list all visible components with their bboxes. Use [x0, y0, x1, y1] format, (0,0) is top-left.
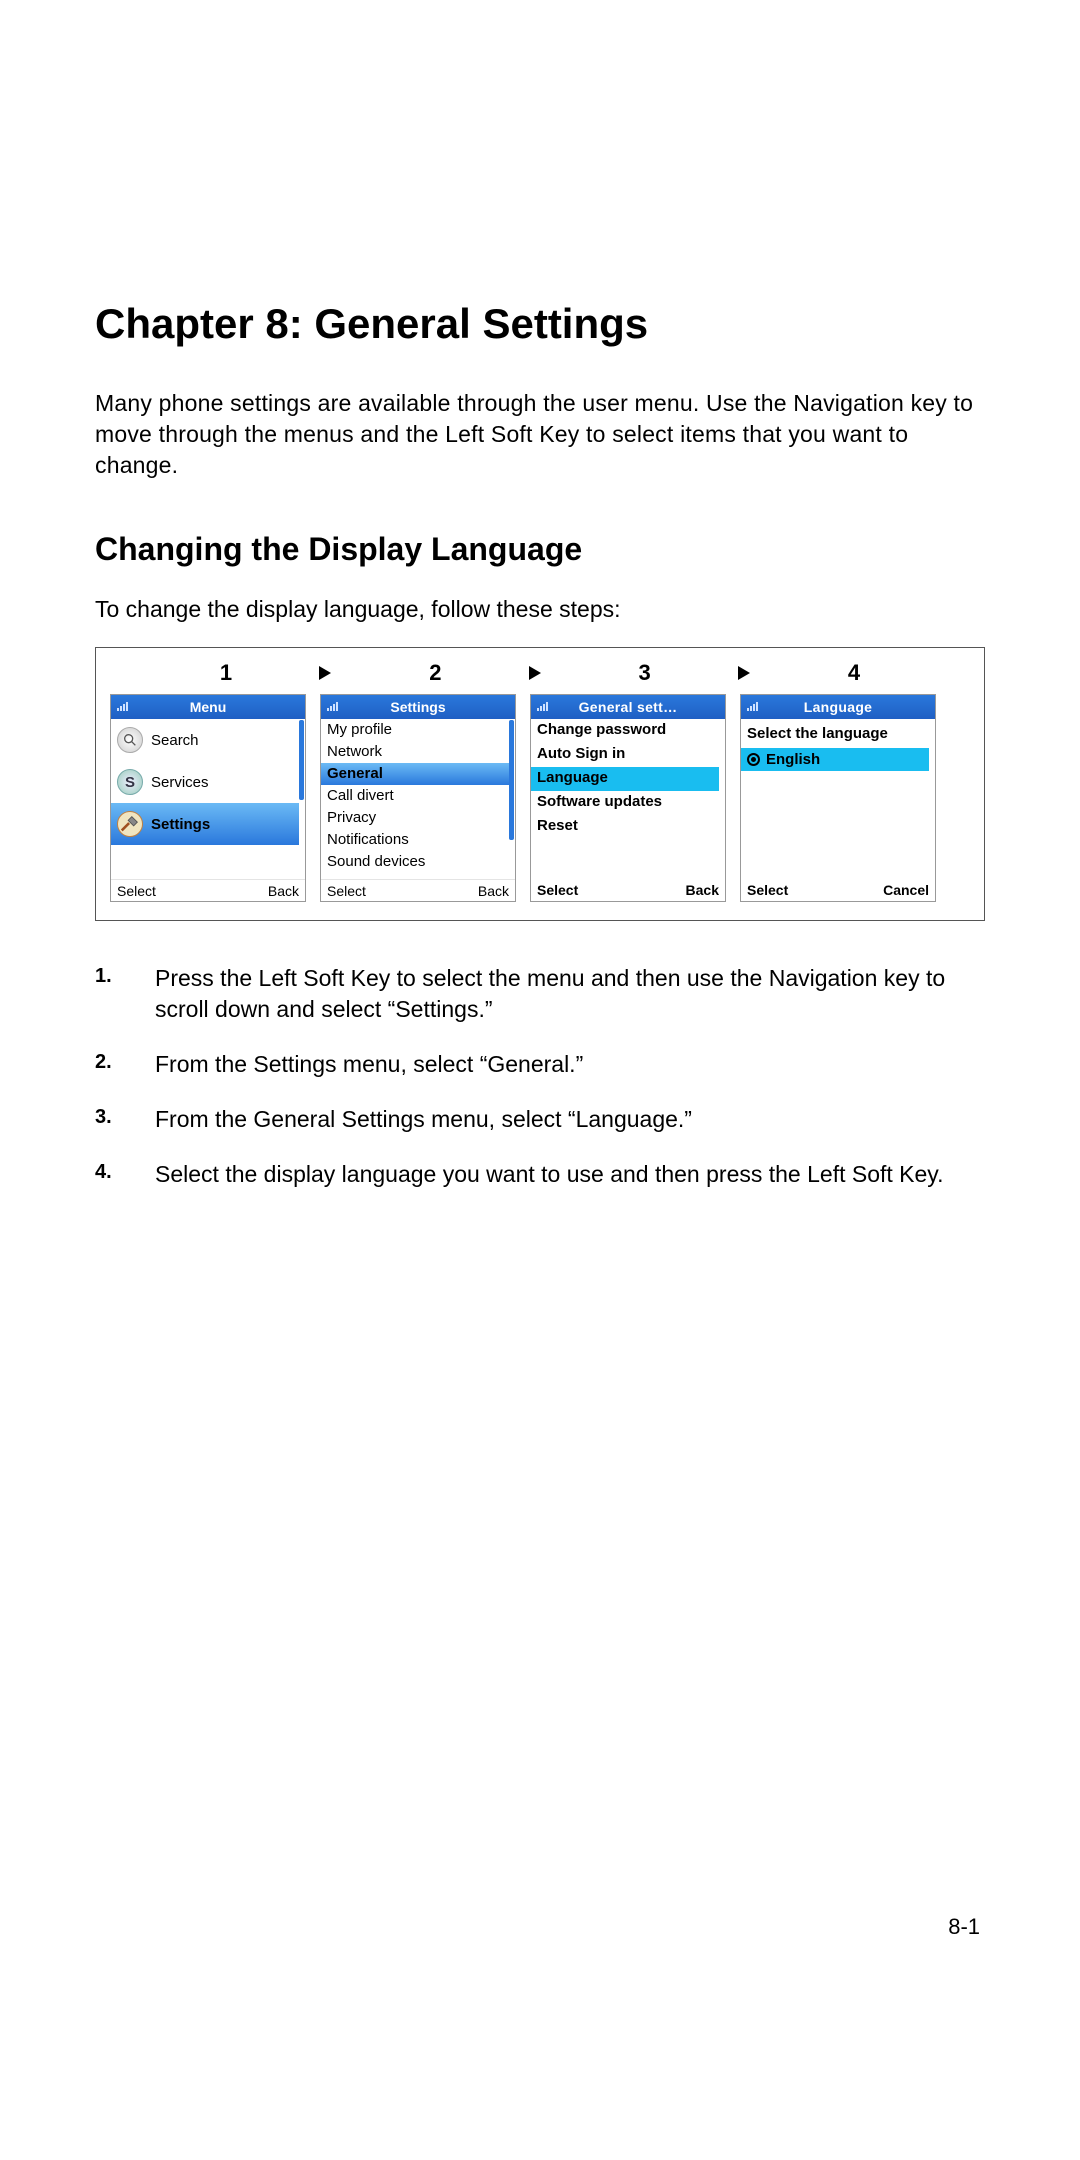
list-item[interactable]: My profile — [321, 719, 509, 741]
screen-body: Change password Auto Sign in Language So… — [531, 719, 725, 879]
menu-item-settings[interactable]: Settings — [111, 803, 299, 845]
list-item[interactable]: General — [321, 763, 509, 785]
list-item[interactable]: Change password — [531, 719, 719, 743]
arrow-icon — [330, 666, 331, 680]
figure-step-num: 3 — [547, 660, 743, 686]
screen-titlebar: General sett… — [531, 695, 725, 719]
step-text: Select the display language you want to … — [155, 1159, 985, 1190]
list-item[interactable]: Call divert — [321, 785, 509, 807]
step-number: 4. — [95, 1159, 131, 1190]
step-item: 1. Press the Left Soft Key to select the… — [95, 963, 985, 1025]
softkey-left[interactable]: Select — [117, 883, 156, 899]
step-number: 1. — [95, 963, 131, 1025]
list-item[interactable]: Auto Sign in — [531, 743, 719, 767]
arrow-icon — [749, 666, 750, 680]
list-item[interactable]: Software updates — [531, 791, 719, 815]
radio-selected-icon — [747, 753, 760, 766]
figure-step-num: 1 — [128, 660, 324, 686]
screen-body: Select the language English — [741, 719, 935, 879]
language-option-label: English — [766, 751, 820, 768]
screen-title: General sett… — [579, 699, 678, 715]
step-number: 3. — [95, 1104, 131, 1135]
chapter-title: Chapter 8: General Settings — [95, 300, 985, 348]
step-text: Press the Left Soft Key to select the me… — [155, 963, 985, 1025]
screen-title: Language — [804, 699, 873, 715]
signal-icon — [117, 701, 131, 711]
manual-page: Chapter 8: General Settings Many phone s… — [0, 0, 1080, 2160]
section-title: Changing the Display Language — [95, 531, 985, 568]
figure-box: 1 2 3 4 Menu Search — [95, 647, 985, 921]
screen-title: Menu — [190, 699, 227, 715]
signal-icon — [327, 701, 341, 711]
signal-icon — [537, 701, 551, 711]
softkey-left[interactable]: Select — [537, 882, 578, 898]
menu-item-label: Services — [151, 774, 209, 791]
list-item[interactable]: Language — [531, 767, 719, 791]
screen-body: Search S Services Settings — [111, 719, 305, 879]
list-item[interactable]: Reset — [531, 815, 719, 839]
step-text: From the General Settings menu, select “… — [155, 1104, 985, 1135]
softkey-right[interactable]: Back — [268, 883, 299, 899]
list-item[interactable]: Sound devices — [321, 851, 509, 873]
settings-icon — [117, 811, 143, 837]
chapter-intro: Many phone settings are available throug… — [95, 388, 985, 481]
list-item[interactable]: Privacy — [321, 807, 509, 829]
softkey-left[interactable]: Select — [747, 882, 788, 898]
screen-settings: Settings My profile Network General Call… — [320, 694, 516, 902]
figure-step-num: 4 — [756, 660, 952, 686]
screen-general-settings: General sett… Change password Auto Sign … — [530, 694, 726, 902]
scrollbar[interactable] — [299, 720, 304, 800]
softkey-bar: Select Back — [321, 879, 515, 901]
menu-item-search[interactable]: Search — [111, 719, 299, 761]
language-subtitle: Select the language — [741, 719, 929, 748]
figure-screens: Menu Search S Services — [110, 694, 970, 902]
figure-step-labels: 1 2 3 4 — [110, 660, 970, 694]
signal-icon — [747, 701, 761, 711]
screen-language: Language Select the language English Sel… — [740, 694, 936, 902]
search-icon — [117, 727, 143, 753]
softkey-bar: Select Back — [111, 879, 305, 901]
softkey-right[interactable]: Back — [686, 882, 719, 898]
page-number: 8-1 — [948, 1914, 980, 1940]
language-option[interactable]: English — [741, 748, 929, 771]
scrollbar[interactable] — [509, 720, 514, 840]
screen-titlebar: Settings — [321, 695, 515, 719]
step-item: 2. From the Settings menu, select “Gener… — [95, 1049, 985, 1080]
arrow-icon — [539, 666, 540, 680]
screen-body: My profile Network General Call divert P… — [321, 719, 515, 879]
screen-titlebar: Menu — [111, 695, 305, 719]
softkey-bar: Select Back — [531, 879, 725, 901]
step-item: 3. From the General Settings menu, selec… — [95, 1104, 985, 1135]
menu-item-label: Settings — [151, 816, 210, 833]
screen-menu: Menu Search S Services — [110, 694, 306, 902]
section-lead: To change the display language, follow t… — [95, 596, 985, 623]
softkey-bar: Select Cancel — [741, 879, 935, 901]
figure-step-num: 2 — [337, 660, 533, 686]
list-item[interactable]: Notifications — [321, 829, 509, 851]
softkey-right[interactable]: Back — [478, 883, 509, 899]
step-item: 4. Select the display language you want … — [95, 1159, 985, 1190]
softkey-right[interactable]: Cancel — [883, 882, 929, 898]
services-icon: S — [117, 769, 143, 795]
softkey-left[interactable]: Select — [327, 883, 366, 899]
screen-titlebar: Language — [741, 695, 935, 719]
list-item[interactable]: Network — [321, 741, 509, 763]
menu-item-services[interactable]: S Services — [111, 761, 299, 803]
step-text: From the Settings menu, select “General.… — [155, 1049, 985, 1080]
screen-title: Settings — [390, 699, 445, 715]
step-number: 2. — [95, 1049, 131, 1080]
menu-item-label: Search — [151, 732, 199, 749]
numbered-steps: 1. Press the Left Soft Key to select the… — [95, 963, 985, 1190]
